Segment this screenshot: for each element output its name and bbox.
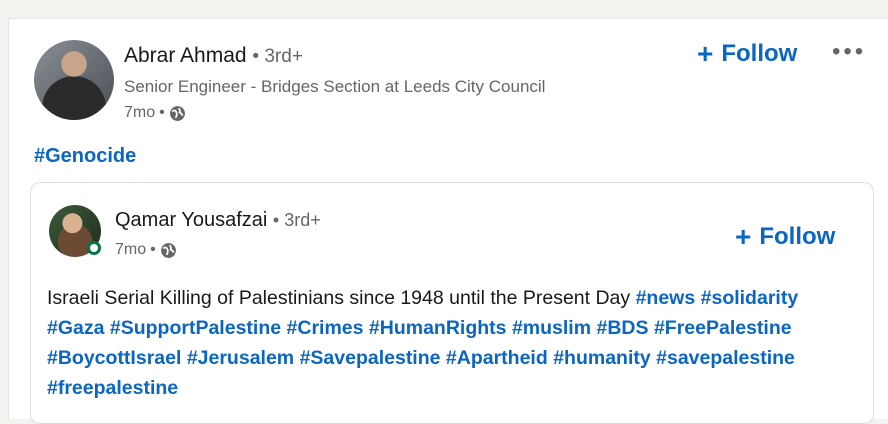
hashtag-link[interactable]: #FreePalestine xyxy=(654,317,792,339)
online-status-dot xyxy=(87,241,101,255)
post-time: 7mo xyxy=(124,104,156,121)
more-options-button[interactable]: ••• xyxy=(832,38,866,66)
hashtag-link[interactable]: #Apartheid xyxy=(446,347,548,369)
plus-icon: + xyxy=(697,38,714,69)
plus-icon: + xyxy=(735,221,752,252)
shared-author-name-line[interactable]: Qamar Yousafzai • 3rd+ xyxy=(115,209,321,232)
hashtag-link[interactable]: #muslim xyxy=(512,317,591,339)
author-avatar[interactable] xyxy=(34,40,114,120)
follow-author-button[interactable]: + Follow xyxy=(697,40,797,68)
hashtag-link[interactable]: #savepalestine xyxy=(656,347,795,369)
shared-post: Qamar Yousafzai • 3rd+ 7mo • + Follow Is… xyxy=(30,182,874,424)
shared-post-time: 7mo xyxy=(115,241,147,258)
hashtag-link[interactable]: #HumanRights xyxy=(369,317,507,339)
shared-connection-degree: • 3rd+ xyxy=(272,210,321,230)
hashtag-link[interactable]: #Crimes xyxy=(287,317,364,339)
shared-author-name[interactable]: Qamar Yousafzai xyxy=(115,209,267,231)
post-meta: 7mo • xyxy=(124,104,186,122)
hashtag-link[interactable]: #SupportPalestine xyxy=(110,317,281,339)
shared-post-text: Israeli Serial Killing of Palestinians s… xyxy=(47,283,857,403)
post-body-text: Israeli Serial Killing of Palestinians s… xyxy=(47,287,631,309)
hashtag-link[interactable]: #news xyxy=(636,287,696,309)
hashtag-link[interactable]: #freepalestine xyxy=(47,377,178,399)
author-name-line[interactable]: Abrar Ahmad • 3rd+ xyxy=(124,44,303,68)
author-headline: Senior Engineer - Bridges Section at Lee… xyxy=(124,77,546,96)
follow-shared-author-button[interactable]: + Follow xyxy=(735,223,835,251)
globe-icon xyxy=(160,242,176,258)
hashtag-link[interactable]: #BoycottIsrael xyxy=(47,347,181,369)
hashtag-link[interactable]: #Savepalestine xyxy=(300,347,441,369)
hashtag-link[interactable]: #BDS xyxy=(596,317,648,339)
hashtag-link[interactable]: #humanity xyxy=(553,347,651,369)
hashtag-link[interactable]: #solidarity xyxy=(701,287,799,309)
globe-icon xyxy=(169,105,185,121)
post-hashtag[interactable]: #Genocide xyxy=(34,145,136,168)
author-name[interactable]: Abrar Ahmad xyxy=(124,44,247,67)
hashtag-link[interactable]: #Gaza xyxy=(47,317,104,339)
hashtag-link[interactable]: #Jerusalem xyxy=(187,347,294,369)
connection-degree: • 3rd+ xyxy=(252,46,303,67)
shared-post-meta: 7mo • xyxy=(115,241,177,259)
